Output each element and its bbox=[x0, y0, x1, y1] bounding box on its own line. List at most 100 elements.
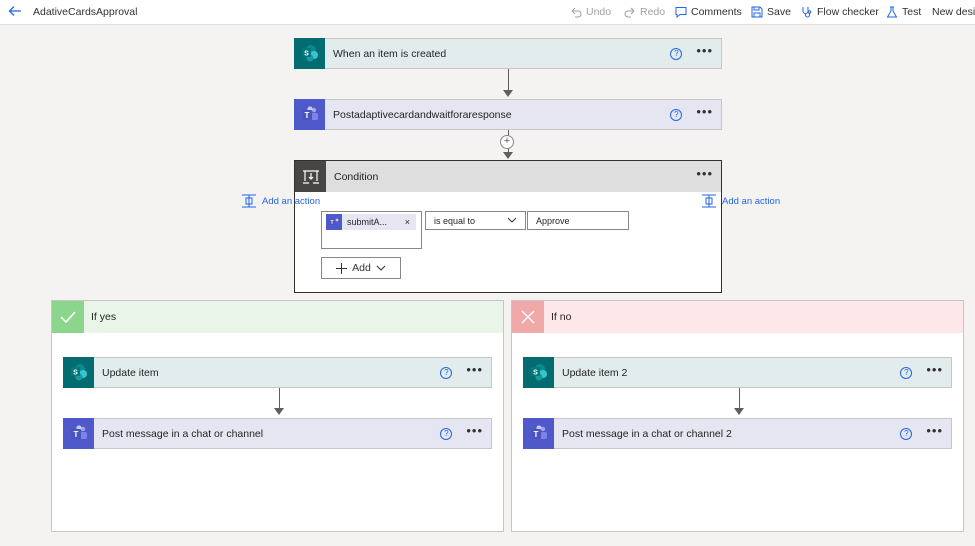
svg-text:T: T bbox=[304, 111, 309, 120]
svg-text:S: S bbox=[73, 370, 78, 377]
help-icon[interactable]: ? bbox=[670, 108, 683, 121]
flow-checker-label: Flow checker bbox=[817, 6, 879, 18]
more-options-icon[interactable]: ••• bbox=[466, 424, 483, 441]
test-label: Test bbox=[902, 6, 922, 18]
teams-icon: T bbox=[523, 417, 554, 449]
token-label: submitA... bbox=[347, 217, 388, 227]
remove-token-icon[interactable]: × bbox=[405, 217, 410, 227]
insert-step-plus-icon[interactable]: + bbox=[500, 135, 514, 149]
sharepoint-icon: S bbox=[294, 37, 325, 69]
branch-yes-header[interactable]: If yes bbox=[52, 301, 503, 333]
add-label: Add bbox=[352, 262, 371, 274]
add-action-label: Add an action bbox=[722, 195, 781, 207]
action-label: Update item 2 bbox=[562, 366, 628, 379]
add-action-no-link[interactable]: Add an action bbox=[701, 194, 780, 208]
post-message-2-card[interactable]: T Post message in a chat or channel 2 ? … bbox=[523, 417, 952, 449]
teams-action-label: Postadaptivecardandwaitforaresponse bbox=[333, 108, 512, 121]
more-options-icon[interactable]: ••• bbox=[696, 44, 713, 61]
save-label: Save bbox=[767, 6, 791, 18]
update-item-2-card[interactable]: S Update item 2 ? ••• bbox=[523, 356, 952, 388]
new-designer-toggle[interactable]: New desig bbox=[932, 6, 975, 18]
comments-label: Comments bbox=[691, 6, 742, 18]
flask-icon bbox=[886, 6, 898, 18]
svg-text:S: S bbox=[304, 51, 309, 58]
redo-icon bbox=[624, 7, 635, 18]
operator-dropdown[interactable]: is equal to bbox=[425, 211, 526, 230]
close-icon bbox=[512, 301, 544, 333]
save-icon bbox=[751, 6, 763, 18]
more-options-icon[interactable]: ••• bbox=[466, 363, 483, 380]
flow-title: AdativeCardsApproval bbox=[33, 6, 138, 18]
new-designer-label: New desig bbox=[932, 6, 975, 18]
help-icon[interactable]: ? bbox=[440, 427, 453, 440]
condition-value: Approve bbox=[536, 215, 570, 226]
sharepoint-icon: S bbox=[523, 356, 554, 388]
plus-icon bbox=[336, 262, 348, 274]
more-options-icon[interactable]: ••• bbox=[696, 105, 713, 122]
branch-if-no: If no bbox=[511, 300, 964, 532]
flow-checker-button[interactable]: Flow checker bbox=[801, 6, 879, 18]
add-action-icon bbox=[702, 194, 716, 208]
condition-left-operand[interactable]: T submitA... × bbox=[321, 211, 422, 249]
dynamic-content-token[interactable]: T submitA... × bbox=[326, 214, 416, 230]
redo-label: Redo bbox=[640, 6, 666, 18]
chevron-down-icon bbox=[376, 265, 386, 271]
checkmark-icon bbox=[52, 301, 84, 333]
comment-icon bbox=[675, 7, 687, 18]
branch-if-yes: If yes bbox=[51, 300, 504, 532]
trigger-label: When an item is created bbox=[333, 47, 447, 60]
connector-line bbox=[739, 388, 740, 409]
trigger-card[interactable]: S When an item is created ? ••• bbox=[294, 37, 722, 69]
more-options-icon[interactable]: ••• bbox=[696, 167, 713, 184]
comments-button[interactable]: Comments bbox=[675, 6, 742, 18]
connector-arrow bbox=[503, 152, 513, 159]
connector-line bbox=[508, 69, 509, 91]
condition-header[interactable]: Condition ••• bbox=[295, 161, 721, 192]
save-button[interactable]: Save bbox=[751, 6, 791, 18]
more-options-icon[interactable]: ••• bbox=[926, 363, 943, 380]
operator-value: is equal to bbox=[434, 215, 476, 226]
back-arrow-icon[interactable] bbox=[8, 4, 22, 18]
stethoscope-icon bbox=[802, 7, 812, 18]
branch-no-label: If no bbox=[551, 311, 572, 323]
more-options-icon[interactable]: ••• bbox=[926, 424, 943, 441]
help-icon[interactable]: ? bbox=[900, 366, 913, 379]
connector-line bbox=[279, 388, 280, 409]
teams-icon: T bbox=[294, 98, 325, 130]
svg-text:T: T bbox=[73, 430, 78, 439]
help-icon[interactable]: ? bbox=[670, 47, 683, 60]
connector-arrow bbox=[503, 90, 513, 97]
condition-label: Condition bbox=[334, 170, 379, 183]
add-action-yes-link[interactable]: Add an action bbox=[241, 194, 320, 208]
undo-icon bbox=[571, 7, 582, 18]
undo-label: Undo bbox=[586, 6, 612, 18]
svg-text:T: T bbox=[533, 430, 538, 439]
connector-arrow bbox=[734, 408, 744, 415]
condition-value-input[interactable]: Approve bbox=[527, 211, 629, 230]
svg-text:T: T bbox=[330, 220, 333, 226]
teams-icon: T bbox=[326, 214, 342, 230]
add-action-icon bbox=[242, 194, 256, 208]
chevron-down-icon bbox=[507, 217, 517, 223]
top-bar: AdativeCardsApproval Undo Redo Comments … bbox=[0, 0, 975, 25]
action-label: Post message in a chat or channel 2 bbox=[562, 427, 732, 440]
redo-button[interactable]: Redo bbox=[624, 6, 665, 18]
post-message-card[interactable]: T Post message in a chat or channel ? ••… bbox=[63, 417, 492, 449]
teams-action-card[interactable]: T Postadaptivecardandwaitforaresponse ? … bbox=[294, 98, 722, 130]
add-action-label: Add an action bbox=[262, 195, 321, 207]
undo-button[interactable]: Undo bbox=[570, 6, 611, 18]
condition-card[interactable]: Condition ••• T submitA... × is equal to… bbox=[294, 160, 722, 293]
branch-yes-label: If yes bbox=[91, 311, 117, 323]
test-button[interactable]: Test bbox=[886, 6, 921, 18]
help-icon[interactable]: ? bbox=[440, 366, 453, 379]
action-label: Post message in a chat or channel bbox=[102, 427, 264, 440]
svg-text:S: S bbox=[533, 370, 538, 377]
condition-icon bbox=[295, 161, 326, 192]
update-item-card[interactable]: S Update item ? ••• bbox=[63, 356, 492, 388]
connector-arrow bbox=[274, 408, 284, 415]
action-label: Update item bbox=[102, 366, 159, 379]
sharepoint-icon: S bbox=[63, 356, 94, 388]
branch-no-header[interactable]: If no bbox=[512, 301, 963, 333]
help-icon[interactable]: ? bbox=[900, 427, 913, 440]
add-row-button[interactable]: Add bbox=[321, 257, 401, 279]
